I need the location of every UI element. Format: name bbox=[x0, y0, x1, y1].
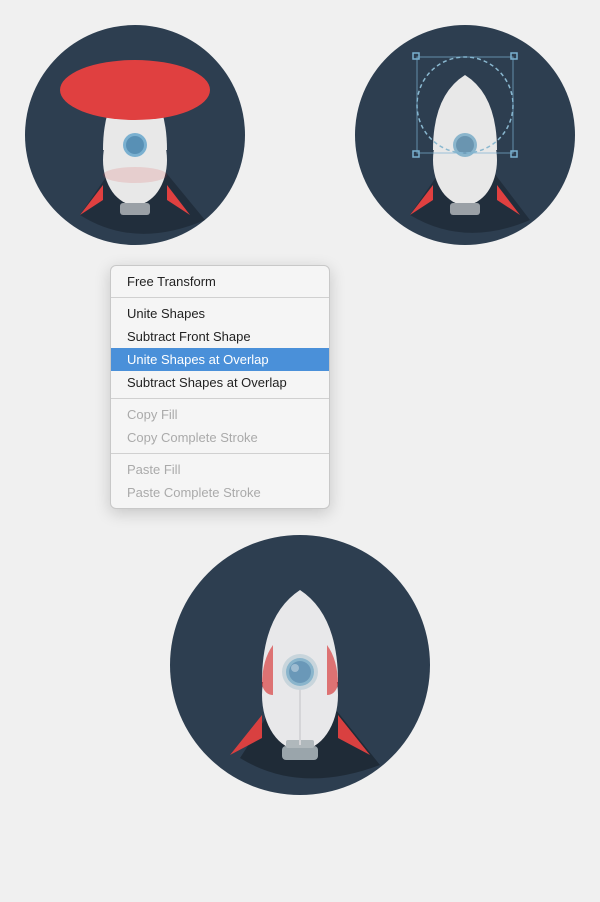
bottom-rocket-container bbox=[165, 530, 435, 800]
menu-separator-1 bbox=[111, 297, 329, 298]
menu-separator-3 bbox=[111, 453, 329, 454]
menu-item-subtract-front[interactable]: Subtract Front Shape bbox=[111, 325, 329, 348]
menu-item-unite-overlap[interactable]: Unite Shapes at Overlap bbox=[111, 348, 329, 371]
top-right-rocket-svg bbox=[350, 20, 580, 250]
bottom-rocket-svg bbox=[165, 530, 435, 800]
top-left-rocket-svg bbox=[20, 20, 250, 250]
menu-item-paste-fill: Paste Fill bbox=[111, 458, 329, 481]
menu-item-subtract-overlap[interactable]: Subtract Shapes at Overlap bbox=[111, 371, 329, 394]
menu-item-paste-stroke: Paste Complete Stroke bbox=[111, 481, 329, 504]
menu-item-unite-shapes[interactable]: Unite Shapes bbox=[111, 302, 329, 325]
menu-item-free-transform[interactable]: Free Transform bbox=[111, 270, 329, 293]
top-right-rocket-container bbox=[350, 20, 580, 250]
menu-separator-2 bbox=[111, 398, 329, 399]
top-left-rocket-container bbox=[20, 20, 250, 250]
menu-item-copy-stroke: Copy Complete Stroke bbox=[111, 426, 329, 449]
context-menu: Free Transform Unite Shapes Subtract Fro… bbox=[110, 265, 330, 509]
menu-item-copy-fill: Copy Fill bbox=[111, 403, 329, 426]
